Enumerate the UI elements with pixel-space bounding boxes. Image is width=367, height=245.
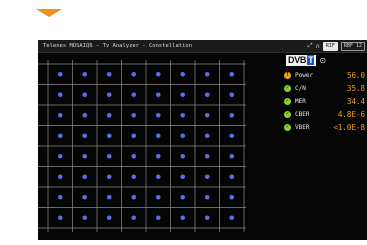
check-icon: ✓ <box>284 98 291 105</box>
constellation-point <box>82 215 88 221</box>
constellation-point <box>155 174 161 180</box>
constellation-point <box>106 174 112 180</box>
constellation-point <box>82 71 88 77</box>
constellation-point <box>57 174 63 180</box>
measurement-label: CBER <box>295 111 310 118</box>
measurement-value: 34.4 <box>346 97 365 106</box>
constellation-point <box>155 215 161 221</box>
constellation-point <box>204 92 210 98</box>
constellation-point <box>57 112 63 118</box>
constellation-point <box>131 153 137 159</box>
measurement-row-cber: ✓ CBER 4.8E-6 <box>282 109 367 121</box>
constellation-point <box>229 174 235 180</box>
constellation-point <box>180 112 186 118</box>
constellation-point <box>155 153 161 159</box>
constellation-point <box>131 92 137 98</box>
measurement-label: VBER <box>295 124 310 131</box>
constellation-point <box>57 71 63 77</box>
constellation-point <box>180 194 186 200</box>
check-icon: ✓ <box>284 85 291 92</box>
constellation-point <box>229 112 235 118</box>
signal-lock-icon: ⊙ <box>319 56 327 65</box>
constellation-point <box>57 215 63 221</box>
check-icon: ✓ <box>284 111 291 118</box>
check-icon: ✓ <box>284 124 291 131</box>
constellation-point <box>180 92 186 98</box>
constellation-point <box>131 215 137 221</box>
constellation-point <box>82 133 88 139</box>
constellation-point <box>106 215 112 221</box>
constellation-point <box>106 194 112 200</box>
measurement-label: C/N <box>295 85 306 92</box>
measurement-label: MER <box>295 98 306 105</box>
measurement-row-vber: ✓ VBER <1.0E-8 <box>282 122 367 134</box>
measurement-row-cn: ✓ C/N 35.8 <box>282 83 367 95</box>
constellation-point <box>57 92 63 98</box>
status-area: ⤢ ∩ RIF RBF 12 <box>308 41 365 51</box>
constellation-point <box>131 71 137 77</box>
warning-icon: ! <box>284 72 291 79</box>
constellation-point <box>131 194 137 200</box>
constellation-point <box>204 215 210 221</box>
constellation-point <box>180 215 186 221</box>
constellation-point <box>106 92 112 98</box>
dvbt-logo: DVB T <box>286 55 317 66</box>
constellation-point <box>229 92 235 98</box>
constellation-point <box>204 133 210 139</box>
constellation-point <box>155 112 161 118</box>
measurement-value: 4.8E-6 <box>337 110 365 119</box>
measurement-row-mer: ✓ MER 34.4 <box>282 96 367 108</box>
measurement-value: 56.0 <box>346 71 365 80</box>
constellation-point <box>180 133 186 139</box>
rbf-tag: RBF 12 <box>340 41 365 51</box>
constellation-point <box>82 194 88 200</box>
constellation-point <box>57 133 63 139</box>
constellation-point <box>131 133 137 139</box>
constellation-point <box>82 174 88 180</box>
constellation-point <box>229 215 235 221</box>
measurement-label: Power <box>295 72 314 79</box>
constellation-point <box>106 133 112 139</box>
constellation-point <box>229 194 235 200</box>
constellation-point <box>106 71 112 77</box>
rif-tag: RIF <box>322 41 338 51</box>
constellation-point <box>131 174 137 180</box>
constellation-point <box>155 133 161 139</box>
constellation-point <box>180 174 186 180</box>
constellation-point <box>204 194 210 200</box>
measurement-panel: DVB T ⊙ ! Power 56.0 ✓ C/N 35.8 ✓ MER 34.4 ✓ CBER 4.… <box>282 54 367 164</box>
constellation-point <box>229 133 235 139</box>
constellation-point <box>106 153 112 159</box>
constellation-point <box>82 112 88 118</box>
measurement-row-power: ! Power 56.0 <box>282 70 367 82</box>
constellation-point <box>180 153 186 159</box>
constellation-point <box>229 71 235 77</box>
constellation-point <box>155 71 161 77</box>
constellation-point <box>57 153 63 159</box>
constellation-point <box>204 112 210 118</box>
constellation-point <box>82 153 88 159</box>
constellation-point <box>204 71 210 77</box>
lock-status-icon: ∩ <box>315 42 320 50</box>
constellation-point <box>204 153 210 159</box>
constellation-point <box>82 92 88 98</box>
measurement-value: 35.8 <box>346 84 365 93</box>
constellation-point <box>204 174 210 180</box>
constellation-point <box>180 71 186 77</box>
constellation-point <box>106 112 112 118</box>
constellation-point <box>57 194 63 200</box>
constellation-point <box>131 112 137 118</box>
measurement-value: <1.0E-8 <box>333 123 365 132</box>
collapse-arrow-icon[interactable] <box>36 9 62 17</box>
constellation-point <box>155 92 161 98</box>
standard-indicator: DVB T ⊙ <box>286 55 326 66</box>
constellation-point <box>155 194 161 200</box>
constellation-point <box>229 153 235 159</box>
analyzer-screen: Telenes MOSAIQ6 - Tv Analyzer - Constell… <box>38 40 367 240</box>
window-title: Telenes MOSAIQ6 - Tv Analyzer - Constell… <box>43 43 193 49</box>
connection-icon: ⤢ <box>307 42 313 49</box>
